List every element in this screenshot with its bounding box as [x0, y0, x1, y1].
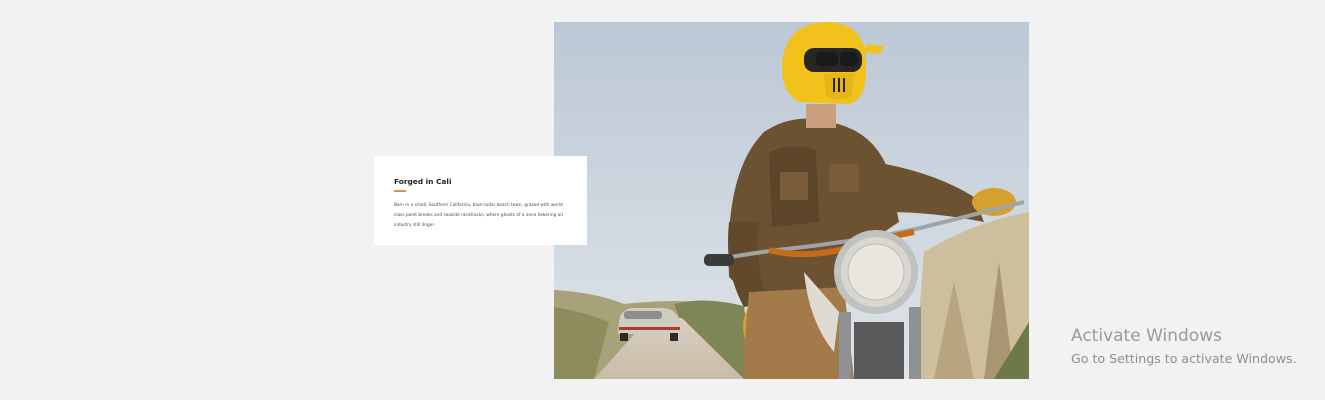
windows-activation-watermark: Activate Windows Go to Settings to activ…: [1071, 326, 1297, 368]
hero-image: [554, 22, 1029, 379]
headlight: [834, 230, 918, 314]
feature-card: Forged in Cali Born in a small, Southern…: [374, 156, 587, 245]
watermark-title: Activate Windows: [1071, 326, 1222, 346]
accent-divider: [394, 190, 406, 192]
feature-description: Born in a small, Southern California, bl…: [394, 201, 563, 227]
watermark-subtitle: Go to Settings to activate Windows.: [1071, 351, 1297, 366]
feature-title: Forged in Cali: [394, 177, 452, 186]
